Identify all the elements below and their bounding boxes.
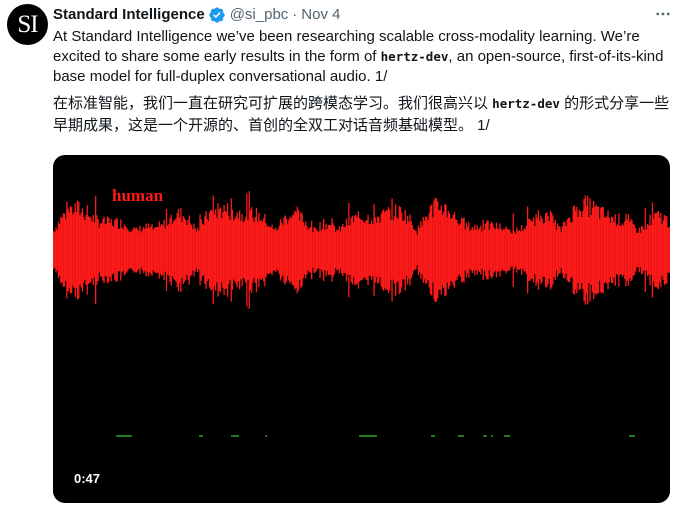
audio-waveform: human <box>53 186 670 437</box>
code-hertz-dev-zh: hertz-dev <box>492 96 560 111</box>
tweet-header: Standard Intelligence @si_pbc · Nov 4 <box>53 5 340 25</box>
speaker-label: human <box>112 186 164 205</box>
tweet-paragraph-chinese: 在标准智能，我们一直在研究可扩展的跨模态学习。我们很高兴以 hertz-dev … <box>53 95 670 134</box>
waveform-red <box>53 191 670 309</box>
video-duration: 0:47 <box>74 471 101 486</box>
separator-dot: · <box>292 6 298 23</box>
tweet-date[interactable]: Nov 4 <box>301 5 340 25</box>
display-name[interactable]: Standard Intelligence <box>53 5 205 25</box>
tweet-paragraph-english: At Standard Intelligence we’ve been rese… <box>53 28 664 85</box>
code-hertz-dev: hertz-dev <box>380 49 449 64</box>
waveform-green <box>116 435 635 437</box>
tweet-text: At Standard Intelligence we’ve been rese… <box>53 27 671 143</box>
verified-badge-icon <box>209 7 225 23</box>
handle[interactable]: @si_pbc <box>230 5 289 25</box>
more-options-icon[interactable] <box>652 4 674 24</box>
avatar[interactable]: SI <box>7 4 48 45</box>
video-player[interactable]: human 0:47 <box>53 155 670 503</box>
